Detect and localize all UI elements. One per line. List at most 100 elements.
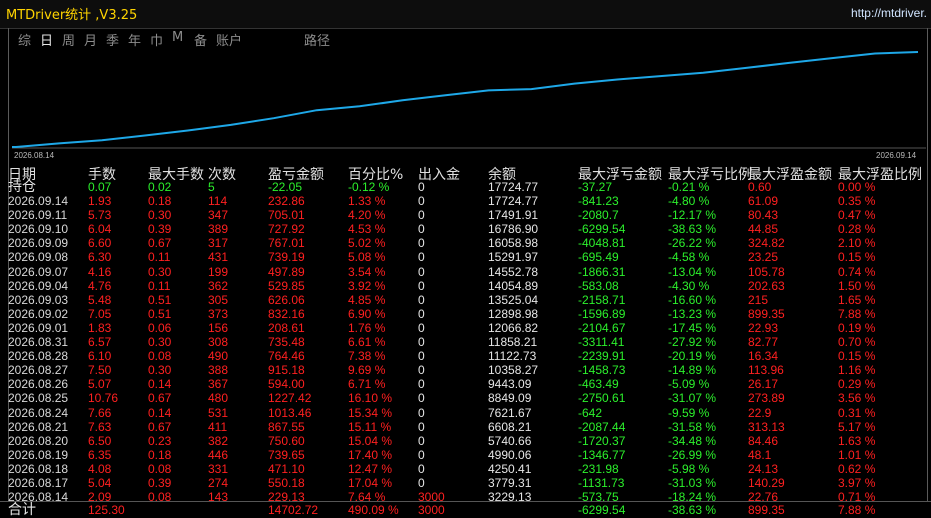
row-count: 274 xyxy=(208,476,229,490)
table-row[interactable]: 2026.08.17 5.04 0.39 274 550.18 17.04 % 0 3779.… xyxy=(0,476,931,490)
row-lots: 6.04 xyxy=(88,222,112,237)
row-max-lots: 0.39 xyxy=(148,222,172,237)
table-row[interactable]: 2026.08.24 7.66 0.14 531 1013.46 15.34 % 0 7621… xyxy=(0,406,931,420)
row-max-loss: -1596.89 xyxy=(578,306,626,321)
row-count: 431 xyxy=(208,250,229,265)
table-row[interactable]: 2026.08.31 6.57 0.30 308 735.48 6.61 % 0 11858.… xyxy=(0,335,931,349)
holding-pct: -0.12 % xyxy=(348,180,390,194)
row-count: 411 xyxy=(208,419,228,434)
row-pct: 16.10 % xyxy=(348,391,393,406)
row-max-loss: -1866.31 xyxy=(578,264,626,279)
holding-max-loss-pct: -0.21 % xyxy=(668,180,710,194)
table-row[interactable]: 2026.08.25 10.76 0.67 480 1227.42 16.10 % 0 884… xyxy=(0,391,931,405)
row-max-profit-pct: 1.63 % xyxy=(838,433,876,448)
tab-weekly[interactable]: 周 xyxy=(62,30,75,49)
row-count: 389 xyxy=(208,222,229,237)
holding-lots: 0.07 xyxy=(88,180,112,194)
row-lots: 6.10 xyxy=(88,349,112,364)
row-lots: 6.50 xyxy=(88,433,112,448)
row-max-profit-pct: 0.47 % xyxy=(838,208,876,223)
table-row[interactable]: 2026.09.14 1.93 0.18 114 232.86 1.33 % 0 17724.… xyxy=(0,194,931,208)
holding-max-loss: -37.27 xyxy=(578,180,613,194)
row-max-loss-pct: -13.23 % xyxy=(668,306,717,321)
table-row[interactable]: 2026.08.21 7.63 0.67 411 867.55 15.11 % 0 6608.… xyxy=(0,420,931,434)
holding-flow: 0 xyxy=(418,180,425,194)
row-max-profit: 22.93 xyxy=(748,320,779,335)
row-balance: 5740.66 xyxy=(488,433,532,448)
holding-pnl: -22.05 xyxy=(268,180,303,194)
row-max-loss-pct: -27.92 % xyxy=(668,335,717,349)
row-lots: 7.63 xyxy=(88,419,112,434)
table-row[interactable]: 2026.09.11 5.73 0.30 347 705.01 4.20 % 0 17491.… xyxy=(0,208,931,222)
row-max-profit: 140.29 xyxy=(748,476,785,490)
row-lots: 7.66 xyxy=(88,405,112,420)
tab-summary[interactable]: 综 xyxy=(18,30,31,49)
row-max-profit: 113.96 xyxy=(748,363,784,378)
row-flow: 0 xyxy=(418,236,425,251)
tab-notes[interactable]: 备 xyxy=(194,30,207,49)
row-flow: 0 xyxy=(418,405,425,420)
row-pnl: 232.86 xyxy=(268,194,305,208)
row-max-loss: -4048.81 xyxy=(578,236,626,251)
table-row[interactable]: 2026.08.28 6.10 0.08 490 764.46 7.38 % 0 11122.… xyxy=(0,349,931,363)
row-count: 331 xyxy=(208,461,229,476)
table-row[interactable]: 2026.08.18 4.08 0.08 331 471.10 12.47 % 0 4250.… xyxy=(0,462,931,476)
tab-quarterly[interactable]: 季 xyxy=(106,30,119,49)
row-max-loss: -1131.73 xyxy=(578,476,625,490)
website-link[interactable]: http://mtdriver. xyxy=(851,6,927,20)
row-balance: 14054.89 xyxy=(488,278,539,293)
table-row[interactable]: 2026.08.26 5.07 0.14 367 594.00 6.71 % 0 9443.0… xyxy=(0,377,931,391)
table-row[interactable]: 2026.08.19 6.35 0.18 446 739.65 17.40 % 0 4990.… xyxy=(0,448,931,462)
row-date: 2026.08.28 xyxy=(8,349,69,364)
row-max-profit-pct: 1.65 % xyxy=(838,292,876,307)
row-max-loss: -2087.44 xyxy=(578,419,626,434)
total-max-profit: 899.35 xyxy=(748,503,785,517)
row-pct: 3.92 % xyxy=(348,278,386,293)
table-row[interactable]: 2026.08.27 7.50 0.30 388 915.18 9.69 % 0 10358.… xyxy=(0,363,931,377)
row-flow: 0 xyxy=(418,320,425,335)
table-row[interactable]: 2026.09.10 6.04 0.39 389 727.92 4.53 % 0 16786.… xyxy=(0,222,931,236)
tab-symbol[interactable]: 巾 xyxy=(150,30,163,49)
tab-daily[interactable]: 日 xyxy=(40,30,53,49)
row-date: 2026.09.11 xyxy=(8,208,68,223)
balance-chart: 2026.08.14 2026.09.14 xyxy=(12,51,926,160)
row-max-profit: 24.13 xyxy=(748,461,779,476)
row-max-loss-pct: -12.17 % xyxy=(668,208,717,223)
row-lots: 6.57 xyxy=(88,335,112,349)
row-pnl: 1013.46 xyxy=(268,405,312,420)
tab-monthly[interactable]: 月 xyxy=(84,30,97,49)
tab-yearly[interactable]: 年 xyxy=(128,30,141,49)
table-row[interactable]: 2026.09.02 7.05 0.51 373 832.16 6.90 % 0 12898.… xyxy=(0,307,931,321)
table-row[interactable]: 2026.09.04 4.76 0.11 362 529.85 3.92 % 0 14054.… xyxy=(0,279,931,293)
row-max-profit: 215 xyxy=(748,292,769,307)
row-flow: 0 xyxy=(418,461,425,476)
row-count: 156 xyxy=(208,320,229,335)
row-max-loss-pct: -34.48 % xyxy=(668,433,717,448)
row-max-loss-pct: -26.22 % xyxy=(668,236,717,251)
chart-end-date: 2026.09.14 xyxy=(876,151,917,160)
row-max-profit: 16.34 xyxy=(748,349,779,364)
tab-magic[interactable]: M xyxy=(172,30,183,45)
row-balance: 13525.04 xyxy=(488,292,539,307)
table-row[interactable]: 2026.09.01 1.83 0.06 156 208.61 1.76 % 0 12066.… xyxy=(0,321,931,335)
row-flow: 0 xyxy=(418,264,425,279)
row-pnl: 750.60 xyxy=(268,433,305,448)
table-row[interactable]: 2026.09.07 4.16 0.30 199 497.89 3.54 % 0 14552.… xyxy=(0,265,931,279)
holding-row[interactable]: 持仓 0.07 0.02 5 -22.05 -0.12 % 0 17724.77… xyxy=(0,180,931,194)
table-row[interactable]: 2026.09.09 6.60 0.67 317 767.01 5.02 % 0 16058.… xyxy=(0,236,931,250)
table-row[interactable]: 2026.09.03 5.48 0.51 305 626.06 4.85 % 0 13525.… xyxy=(0,293,931,307)
table-row[interactable]: 2026.08.20 6.50 0.23 382 750.60 15.04 % 0 5740.… xyxy=(0,434,931,448)
row-max-lots: 0.30 xyxy=(148,208,172,223)
tab-path[interactable]: 路径 xyxy=(304,30,330,49)
row-max-loss: -3311.41 xyxy=(578,335,625,349)
table-row[interactable]: 2026.09.08 6.30 0.11 431 739.19 5.08 % 0 15291.… xyxy=(0,250,931,264)
row-pnl: 832.16 xyxy=(268,306,305,321)
row-balance: 11122.73 xyxy=(488,349,537,364)
title-bar: MTDriver统计 ,V3.25 http://mtdriver. xyxy=(0,0,931,29)
row-max-loss-pct: -16.60 % xyxy=(668,292,717,307)
row-pct: 5.08 % xyxy=(348,250,386,265)
row-flow: 0 xyxy=(418,419,425,434)
tab-account[interactable]: 账户 xyxy=(216,30,242,49)
row-balance: 11858.21 xyxy=(488,335,538,349)
row-count: 382 xyxy=(208,433,229,448)
